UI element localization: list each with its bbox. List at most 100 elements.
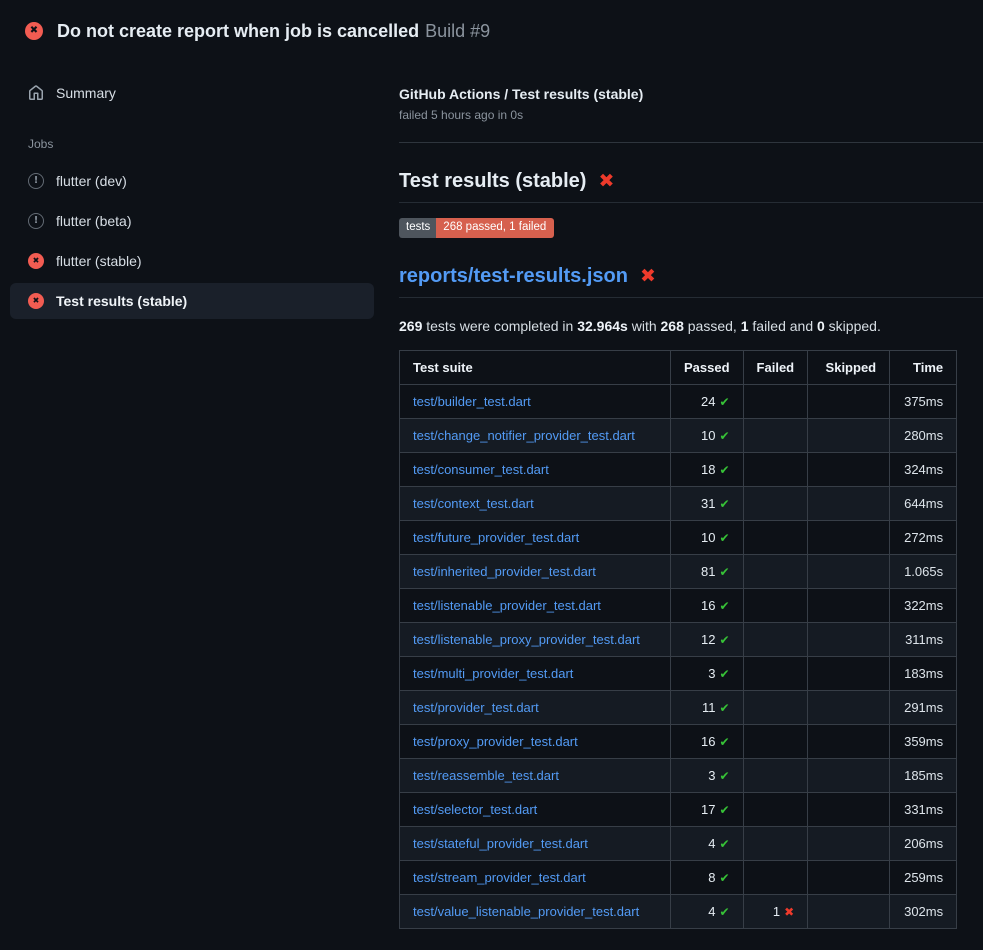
passed-cell: 4✔ — [671, 895, 744, 929]
time-cell: 359ms — [890, 725, 957, 759]
failed-cell — [743, 589, 808, 623]
build-number: Build #9 — [425, 21, 490, 41]
table-row: test/stateful_provider_test.dart4✔206ms — [400, 827, 957, 861]
table-row: test/proxy_provider_test.dart16✔359ms — [400, 725, 957, 759]
passed-count: 16 — [701, 734, 715, 749]
skipped-cell — [808, 419, 890, 453]
test-suite-link[interactable]: test/multi_provider_test.dart — [413, 666, 573, 681]
test-suite-link[interactable]: test/listenable_proxy_provider_test.dart — [413, 632, 640, 647]
suite-cell: test/stateful_provider_test.dart — [400, 827, 671, 861]
table-row: test/context_test.dart31✔644ms — [400, 487, 957, 521]
report-file-link[interactable]: reports/test-results.json — [399, 263, 628, 289]
test-suite-link[interactable]: test/value_listenable_provider_test.dart — [413, 904, 639, 919]
table-row: test/multi_provider_test.dart3✔183ms — [400, 657, 957, 691]
failed-cell — [743, 793, 808, 827]
passed-count: 12 — [701, 632, 715, 647]
sidebar-summary-label: Summary — [56, 85, 116, 101]
passed-cell: 12✔ — [671, 623, 744, 657]
time-cell: 322ms — [890, 589, 957, 623]
test-suite-link[interactable]: test/inherited_provider_test.dart — [413, 564, 596, 579]
check-icon: ✔ — [719, 395, 729, 409]
sidebar-item-flutter-beta[interactable]: !flutter (beta) — [10, 203, 374, 239]
passed-cell: 10✔ — [671, 521, 744, 555]
passed-count: 3 — [708, 768, 715, 783]
breadcrumb[interactable]: GitHub Actions / Test results (stable) — [399, 86, 983, 102]
passed-count: 11 — [702, 700, 716, 715]
sidebar-item-flutter-stable[interactable]: ✖flutter (stable) — [10, 243, 374, 279]
test-suite-link[interactable]: test/proxy_provider_test.dart — [413, 734, 578, 749]
skipped-cell — [808, 657, 890, 691]
failed-cell — [743, 521, 808, 555]
job-label: Test results (stable) — [56, 293, 187, 309]
suite-cell: test/value_listenable_provider_test.dart — [400, 895, 671, 929]
check-icon: ✔ — [719, 837, 729, 851]
test-suite-link[interactable]: test/listenable_provider_test.dart — [413, 598, 601, 613]
skipped-cell — [808, 623, 890, 657]
test-suite-link[interactable]: test/context_test.dart — [413, 496, 534, 511]
sidebar-item-flutter-dev[interactable]: !flutter (dev) — [10, 163, 374, 199]
check-icon: ✔ — [719, 871, 729, 885]
passed-cell: 11✔ — [671, 691, 744, 725]
table-row: test/future_provider_test.dart10✔272ms — [400, 521, 957, 555]
time-cell: 644ms — [890, 487, 957, 521]
passed-cell: 17✔ — [671, 793, 744, 827]
run-title: Do not create report when job is cancell… — [57, 21, 419, 41]
passed-count: 4 — [708, 904, 715, 919]
column-header-test-suite: Test suite — [400, 351, 671, 385]
test-suite-link[interactable]: test/stateful_provider_test.dart — [413, 836, 588, 851]
test-suite-link[interactable]: test/consumer_test.dart — [413, 462, 549, 477]
check-icon: ✔ — [719, 803, 729, 817]
skipped-cell — [808, 827, 890, 861]
time-cell: 331ms — [890, 793, 957, 827]
passed-count: 16 — [701, 598, 715, 613]
table-row: test/reassemble_test.dart3✔185ms — [400, 759, 957, 793]
passed-cell: 4✔ — [671, 827, 744, 861]
time-cell: 311ms — [890, 623, 957, 657]
test-suite-link[interactable]: test/reassemble_test.dart — [413, 768, 559, 783]
passed-count: 10 — [701, 530, 715, 545]
failed-cell — [743, 623, 808, 657]
skipped-cell — [808, 555, 890, 589]
failed-cell — [743, 555, 808, 589]
skipped-cell — [808, 895, 890, 929]
suite-cell: test/inherited_provider_test.dart — [400, 555, 671, 589]
time-cell: 1.065s — [890, 555, 957, 589]
passed-count: 81 — [701, 564, 715, 579]
table-row: test/inherited_provider_test.dart81✔1.06… — [400, 555, 957, 589]
skipped-cell — [808, 691, 890, 725]
job-label: flutter (beta) — [56, 213, 131, 229]
run-header: ✖ Do not create report when job is cance… — [0, 0, 983, 42]
check-icon: ✔ — [719, 905, 729, 919]
column-header-skipped: Skipped — [808, 351, 890, 385]
failed-cell — [743, 657, 808, 691]
test-suite-link[interactable]: test/builder_test.dart — [413, 394, 531, 409]
failed-cell — [743, 861, 808, 895]
passed-count: 4 — [708, 836, 715, 851]
summary-segment: 269 — [399, 318, 422, 334]
passed-cell: 8✔ — [671, 861, 744, 895]
passed-count: 18 — [701, 462, 715, 477]
passed-cell: 24✔ — [671, 385, 744, 419]
passed-count: 3 — [708, 666, 715, 681]
check-icon: ✔ — [719, 701, 729, 715]
passed-count: 8 — [708, 870, 715, 885]
section-heading-text: Test results (stable) — [399, 168, 586, 194]
skipped-cell — [808, 453, 890, 487]
test-suite-link[interactable]: test/selector_test.dart — [413, 802, 537, 817]
failed-cell: 1✖ — [743, 895, 808, 929]
sidebar-item-test-results-stable[interactable]: ✖Test results (stable) — [10, 283, 374, 319]
skipped-cell — [808, 385, 890, 419]
time-cell: 259ms — [890, 861, 957, 895]
failed-cell — [743, 487, 808, 521]
test-suite-link[interactable]: test/stream_provider_test.dart — [413, 870, 586, 885]
sidebar-item-summary[interactable]: Summary — [10, 75, 374, 111]
cross-icon: ✖ — [784, 905, 794, 919]
test-suite-link[interactable]: test/future_provider_test.dart — [413, 530, 579, 545]
tests-summary-line: 269 tests were completed in 32.964s with… — [399, 318, 983, 334]
passed-cell: 18✔ — [671, 453, 744, 487]
table-row: test/value_listenable_provider_test.dart… — [400, 895, 957, 929]
test-suite-link[interactable]: test/provider_test.dart — [413, 700, 539, 715]
summary-segment: skipped. — [825, 318, 881, 334]
test-suite-link[interactable]: test/change_notifier_provider_test.dart — [413, 428, 635, 443]
check-icon: ✔ — [719, 667, 729, 681]
